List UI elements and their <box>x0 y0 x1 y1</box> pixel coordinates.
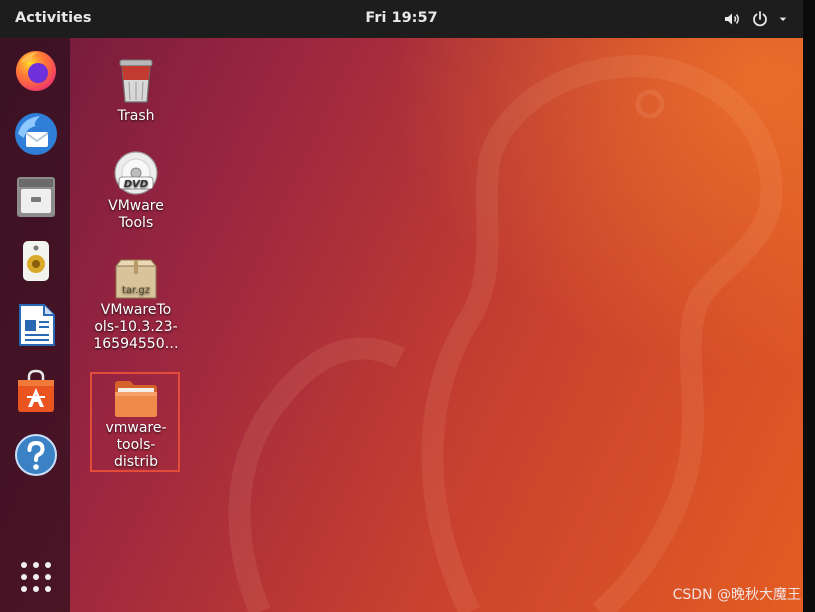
archive-badge: tar.gz <box>122 285 150 296</box>
file-cabinet-icon <box>17 177 55 217</box>
dock-rhythmbox[interactable] <box>11 236 61 286</box>
folder-icon <box>115 381 157 417</box>
dock-files[interactable] <box>11 172 61 222</box>
window-edge <box>803 0 815 612</box>
folder-label-line-1: vmware- <box>105 420 167 436</box>
dock <box>0 38 70 612</box>
writer-document-icon <box>19 304 55 346</box>
dock-firefox[interactable] <box>11 45 61 95</box>
shopping-bag-icon <box>18 369 54 412</box>
watermark: CSDN @晚秋大魔王 <box>672 587 801 603</box>
dock-thunderbird[interactable] <box>11 109 61 159</box>
trash-icon <box>119 59 153 103</box>
system-menu[interactable] <box>723 8 791 30</box>
firefox-icon <box>16 51 56 91</box>
dock-libreoffice-writer[interactable] <box>11 300 61 350</box>
thunderbird-icon <box>15 113 57 155</box>
desktop-icon-trash[interactable]: Trash <box>90 56 182 125</box>
archive-label-line-2: ols-10.3.23- <box>94 319 178 335</box>
desktop-screen: Activities Fri 19:57 Trash DVD VMware To… <box>0 0 803 612</box>
dock-help[interactable] <box>11 430 61 480</box>
dvd-label-line-2: Tools <box>118 215 154 231</box>
archive-label-line-3: 16594550… <box>93 336 179 352</box>
svg-text:DVD: DVD <box>124 179 148 190</box>
archive-icon: tar.gz <box>114 259 158 299</box>
folder-label-line-2: tools- <box>116 437 156 453</box>
dvd-label-line-1: VMware <box>108 198 164 214</box>
speaker-icon <box>23 241 49 281</box>
app-grid-icon <box>21 562 51 592</box>
dropdown-arrow-icon <box>779 17 787 21</box>
folder-label-line-3: distrib <box>113 454 159 470</box>
dock-ubuntu-software[interactable] <box>11 366 61 416</box>
volume-icon <box>725 13 739 25</box>
help-question-icon <box>15 434 57 476</box>
trash-label: Trash <box>117 108 155 124</box>
activities-button[interactable]: Activities <box>15 10 92 26</box>
clock-button[interactable]: Fri 19:57 <box>365 10 437 26</box>
dvd-icon: DVD <box>114 151 158 195</box>
archive-label-line-1: VMwareTo <box>100 302 172 318</box>
desktop-icon-vmware-tools-distrib[interactable]: vmware- tools- distrib <box>90 378 182 471</box>
desktop-icon-vmware-tools-dvd[interactable]: DVD VMware Tools <box>90 150 182 232</box>
desktop-icon-vmware-tools-archive[interactable]: tar.gz VMwareTo ols-10.3.23- 16594550… <box>90 258 182 353</box>
top-bar: Activities Fri 19:57 <box>0 0 803 38</box>
show-applications-button[interactable] <box>11 552 61 602</box>
power-icon <box>753 11 767 27</box>
